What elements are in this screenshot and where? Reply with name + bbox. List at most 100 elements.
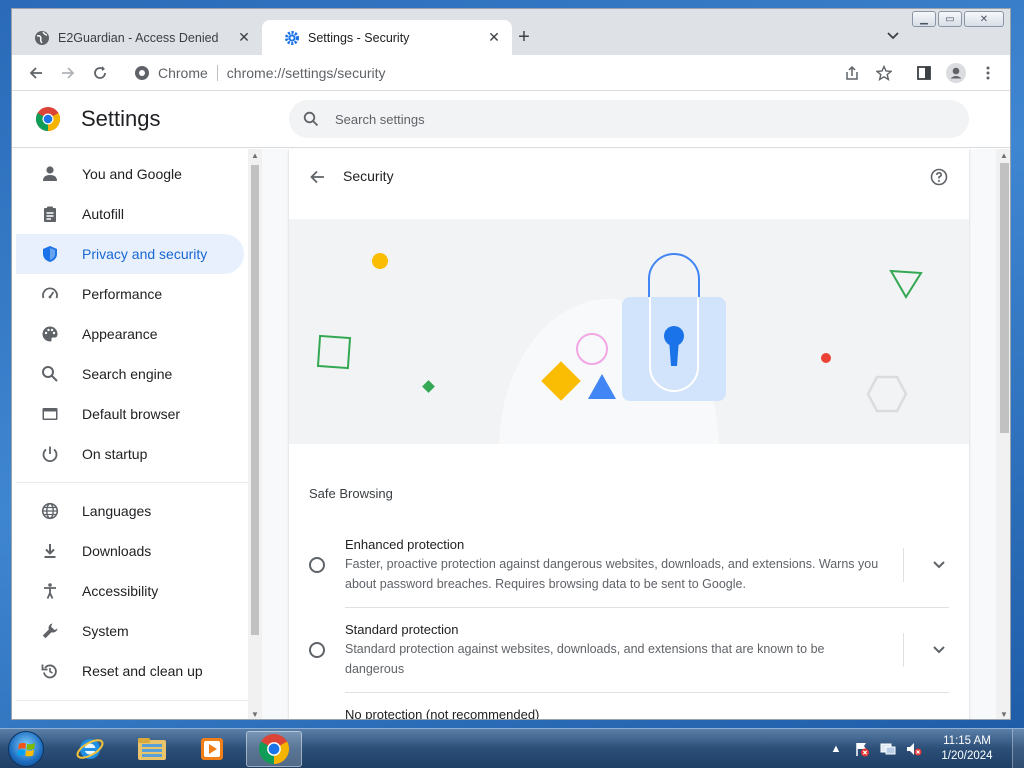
minimize-button[interactable]: ▁ [912, 11, 936, 27]
share-icon [846, 65, 858, 80]
action-center-icon[interactable] [854, 741, 870, 757]
share-button[interactable] [840, 61, 864, 85]
sidebar-item-you-and-google[interactable]: You and Google [16, 154, 244, 194]
option-divider [345, 607, 949, 608]
scroll-down-icon[interactable]: ▼ [999, 710, 1009, 719]
close-window-button[interactable]: ✕ [964, 11, 1004, 27]
sidebar-divider [16, 700, 248, 701]
option-title: No protection (not recommended) [345, 707, 540, 720]
address-bar[interactable]: Chrome chrome://settings/security [124, 59, 850, 87]
browser-window: E2Guardian - Access Denied ✕ Settings - … [11, 8, 1011, 720]
scroll-up-icon[interactable]: ▲ [250, 151, 260, 160]
taskbar: ▲ 11:15 AM 1/20/2024 [0, 728, 1024, 768]
tab-settings-security[interactable]: Settings - Security ✕ [262, 20, 512, 55]
taskbar-media-player-button[interactable] [184, 731, 240, 767]
search-input[interactable]: Search settings [289, 100, 969, 138]
chevron-down-icon[interactable] [929, 640, 949, 660]
profile-button[interactable] [944, 61, 968, 85]
search-icon [40, 364, 60, 384]
scrollbar-thumb[interactable] [251, 165, 259, 635]
sidebar-item-appearance[interactable]: Appearance [16, 314, 244, 354]
sidebar-item-accessibility[interactable]: Accessibility [16, 571, 244, 611]
sidebar-item-label: Downloads [82, 543, 152, 559]
reset-icon [40, 661, 60, 681]
sidebar-item-system[interactable]: System [16, 611, 244, 651]
reload-button[interactable] [88, 61, 112, 85]
sidebar-item-privacy-and-security[interactable]: Privacy and security [16, 234, 244, 274]
content-scrollbar[interactable]: ▲ ▼ [996, 149, 1010, 719]
clock[interactable]: 11:15 AM 1/20/2024 [932, 734, 1002, 764]
volume-muted-icon[interactable] [906, 741, 922, 757]
sidebar-item-reset-and-clean-up[interactable]: Reset and clean up [16, 651, 244, 691]
back-button[interactable] [24, 61, 48, 85]
radio-button[interactable] [309, 557, 325, 573]
sidebar-item-label: You and Google [82, 166, 182, 182]
clock-time: 11:15 AM [943, 735, 991, 747]
help-icon[interactable] [927, 165, 951, 189]
sidebar-item-label: On startup [82, 446, 148, 462]
sidebar-item-on-startup[interactable]: On startup [16, 434, 244, 474]
toolbar: Chrome chrome://settings/security [12, 55, 1010, 91]
power-icon [40, 444, 60, 464]
taskbar-ie-button[interactable] [62, 731, 118, 767]
safe-browsing-heading: Safe Browsing [309, 486, 393, 501]
globe-icon [35, 30, 49, 45]
arrow-right-icon [62, 67, 75, 79]
sidebar-item-languages[interactable]: Languages [16, 491, 244, 531]
scrollbar-thumb[interactable] [1000, 163, 1009, 433]
windows-logo-icon [17, 742, 35, 757]
bookmark-button[interactable] [872, 61, 896, 85]
maximize-button[interactable]: ▭ [938, 11, 962, 27]
taskbar-explorer-button[interactable] [124, 731, 180, 767]
chevron-down-icon[interactable] [884, 27, 902, 45]
scroll-up-icon[interactable]: ▲ [999, 151, 1009, 160]
avatar [946, 63, 966, 83]
sidebar-item-label: Reset and clean up [82, 663, 203, 679]
menu-button[interactable] [976, 61, 1000, 85]
side-panel-icon [917, 66, 931, 80]
clipboard-icon [40, 204, 60, 224]
taskbar-chrome-button[interactable] [246, 731, 302, 767]
ie-icon [76, 739, 104, 759]
chevron-down-icon[interactable] [929, 555, 949, 575]
option-title: Standard protection [345, 622, 459, 637]
chrome-logo-icon [36, 107, 60, 131]
settings-header: Settings Search settings [12, 92, 1010, 148]
clock-date: 1/20/2024 [941, 750, 993, 762]
search-icon [303, 111, 319, 127]
sidebar-item-label: Privacy and security [82, 246, 208, 262]
security-illustration [289, 219, 969, 444]
option-separator [903, 548, 904, 582]
sidebar-item-default-browser[interactable]: Default browser [16, 394, 244, 434]
sidebar-item-label: Accessibility [82, 583, 159, 599]
browser-icon [40, 404, 60, 424]
sidebar-item-label: Languages [82, 503, 152, 519]
show-desktop-button[interactable] [1012, 729, 1024, 768]
option-description: Faster, proactive protection against dan… [345, 557, 879, 591]
gear-icon [285, 30, 299, 45]
radio-button[interactable] [309, 642, 325, 658]
card-header: Security [289, 149, 969, 219]
new-tab-button[interactable]: + [512, 25, 536, 49]
sidebar-item-autofill[interactable]: Autofill [16, 194, 244, 234]
start-button[interactable] [8, 731, 44, 767]
sidebar-item-performance[interactable]: Performance [16, 274, 244, 314]
site-name: Chrome [158, 65, 208, 81]
side-panel-button[interactable] [912, 61, 936, 85]
network-icon[interactable] [880, 741, 896, 757]
search-placeholder: Search settings [335, 111, 425, 127]
forward-button[interactable] [56, 61, 80, 85]
tab-e2guardian[interactable]: E2Guardian - Access Denied ✕ [12, 20, 262, 55]
close-icon[interactable]: ✕ [486, 29, 502, 46]
option-separator [903, 633, 904, 667]
scroll-down-icon[interactable]: ▼ [250, 710, 260, 719]
sidebar-item-search-engine[interactable]: Search engine [16, 354, 244, 394]
option-divider [345, 692, 949, 693]
close-icon[interactable]: ✕ [236, 29, 252, 46]
back-arrow-icon[interactable] [305, 165, 329, 189]
globe-icon [40, 501, 60, 521]
sidebar-item-downloads[interactable]: Downloads [16, 531, 244, 571]
sidebar-item-label: Appearance [82, 326, 158, 342]
show-hidden-icons-button[interactable]: ▲ [828, 741, 844, 757]
sidebar-scrollbar[interactable]: ▲ ▼ [248, 149, 262, 719]
